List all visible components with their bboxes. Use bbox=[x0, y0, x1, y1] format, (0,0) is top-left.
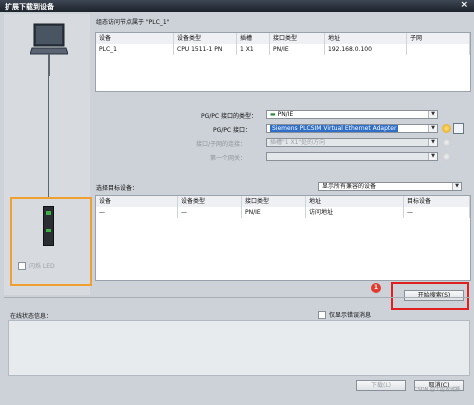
col-header: 设备类型 bbox=[174, 33, 237, 44]
gateway-refresh-icon[interactable] bbox=[442, 152, 451, 161]
cell: 访问地址 bbox=[306, 207, 404, 218]
watermark-text: CSDN @工控攻城狮 bbox=[414, 387, 460, 393]
col-header: 设备 bbox=[96, 196, 178, 207]
pgpc-type-select[interactable]: ▬ PN/IE ▼ bbox=[266, 110, 438, 119]
pg-pc-laptop-icon bbox=[30, 23, 68, 76]
close-icon[interactable]: × bbox=[460, 0, 468, 10]
cell: 1 X1 bbox=[237, 44, 270, 55]
first-gateway-select[interactable]: ▼ bbox=[266, 152, 438, 161]
access-node-table: 设备 设备类型 插槽 接口类型 地址 子网 PLC_1 CPU 1511-1 P… bbox=[95, 32, 471, 92]
subnet-connection-value: 插槽"1 X1"处的方向 bbox=[270, 139, 326, 146]
network-icon: ▬ bbox=[270, 111, 278, 118]
flash-led-checkbox[interactable] bbox=[18, 261, 26, 270]
col-header: 地址 bbox=[325, 33, 407, 44]
cell: 192.168.0.100 bbox=[325, 44, 407, 55]
chevron-down-icon[interactable]: ▼ bbox=[452, 183, 461, 190]
errors-only-option[interactable]: 仅显示错误消息 bbox=[318, 310, 371, 319]
target-filter-value: 显示所有兼容的设备 bbox=[322, 183, 377, 190]
errors-only-label: 仅显示错误消息 bbox=[329, 312, 372, 319]
diagnostics-icon[interactable] bbox=[453, 123, 464, 134]
cell: CPU 1511-1 PN bbox=[174, 44, 237, 55]
col-header: 接口类型 bbox=[270, 33, 325, 44]
cell: PN/IE bbox=[242, 207, 306, 218]
cell: — bbox=[178, 207, 242, 218]
table-row[interactable]: — — PN/IE 访问地址 — bbox=[96, 207, 470, 218]
connection-line bbox=[48, 76, 49, 198]
table-row[interactable]: PLC_1 CPU 1511-1 PN 1 X1 PN/IE 192.168.0… bbox=[96, 44, 470, 55]
start-search-button[interactable]: 开始搜索(S) bbox=[404, 290, 464, 301]
pgpc-interface-select[interactable]: Siemens PLCSIM Virtual Ethernet Adapter … bbox=[266, 124, 438, 133]
chevron-down-icon[interactable]: ▼ bbox=[428, 139, 437, 146]
status-message-area bbox=[8, 320, 470, 376]
access-table-header: 设备 设备类型 插槽 接口类型 地址 子网 bbox=[96, 33, 470, 44]
col-header: 地址 bbox=[306, 196, 404, 207]
subnet-connection-select[interactable]: 插槽"1 X1"处的方向 ▼ bbox=[266, 138, 438, 147]
access-info-label: 组态访问节点属于 "PLC_1" bbox=[96, 19, 170, 26]
col-header: 插槽 bbox=[237, 33, 270, 44]
target-device-table: 设备 设备类型 接口类型 地址 目标设备 — — PN/IE 访问地址 — bbox=[95, 195, 471, 281]
properties-icon[interactable] bbox=[442, 124, 451, 133]
download-button[interactable]: 下载(L) bbox=[356, 380, 406, 391]
cell bbox=[407, 44, 470, 55]
subnet-connection-label: 接口/子网的连接： bbox=[196, 141, 247, 148]
dialog-title: 扩展下载到设备 bbox=[5, 3, 54, 11]
flash-led-option[interactable]: 闪烁 LED bbox=[18, 261, 55, 270]
pgpc-type-label: PG/PC 接口的类型： bbox=[201, 113, 258, 120]
pgpc-interface-value: Siemens PLCSIM Virtual Ethernet Adapter bbox=[270, 125, 399, 132]
chevron-down-icon[interactable]: ▼ bbox=[428, 125, 437, 132]
step-badge: 1 bbox=[371, 283, 381, 293]
cell: PN/IE bbox=[270, 44, 325, 55]
errors-only-checkbox[interactable] bbox=[318, 310, 326, 319]
extended-download-dialog: 扩展下载到设备 × 闪烁 LED 组态访问节点属于 "PLC_1" 设备 设备类… bbox=[0, 0, 474, 405]
title-bar: 扩展下载到设备 × bbox=[0, 0, 474, 12]
plc-device-icon bbox=[43, 206, 54, 246]
pgpc-type-value: PN/IE bbox=[277, 111, 294, 118]
select-target-label: 选择目标设备： bbox=[96, 185, 139, 192]
target-table-header: 设备 设备类型 接口类型 地址 目标设备 bbox=[96, 196, 470, 207]
chevron-down-icon[interactable]: ▼ bbox=[428, 111, 437, 118]
online-status-label: 在线状态信息： bbox=[10, 313, 53, 320]
col-header: 目标设备 bbox=[404, 196, 470, 207]
chevron-down-icon[interactable]: ▼ bbox=[428, 153, 437, 160]
col-header: 设备类型 bbox=[178, 196, 242, 207]
col-header: 接口类型 bbox=[242, 196, 306, 207]
cell: PLC_1 bbox=[96, 44, 174, 55]
flash-led-label: 闪烁 LED bbox=[29, 263, 55, 270]
first-gateway-label: 第一个网关： bbox=[210, 155, 247, 162]
col-header: 设备 bbox=[96, 33, 174, 44]
cell: — bbox=[404, 207, 470, 218]
col-header: 子网 bbox=[407, 33, 470, 44]
target-filter-select[interactable]: 显示所有兼容的设备 ▼ bbox=[318, 182, 462, 191]
divider bbox=[4, 297, 470, 298]
subnet-refresh-icon[interactable] bbox=[442, 138, 451, 147]
pgpc-interface-label: PG/PC 接口： bbox=[213, 127, 252, 134]
cell: — bbox=[96, 207, 178, 218]
